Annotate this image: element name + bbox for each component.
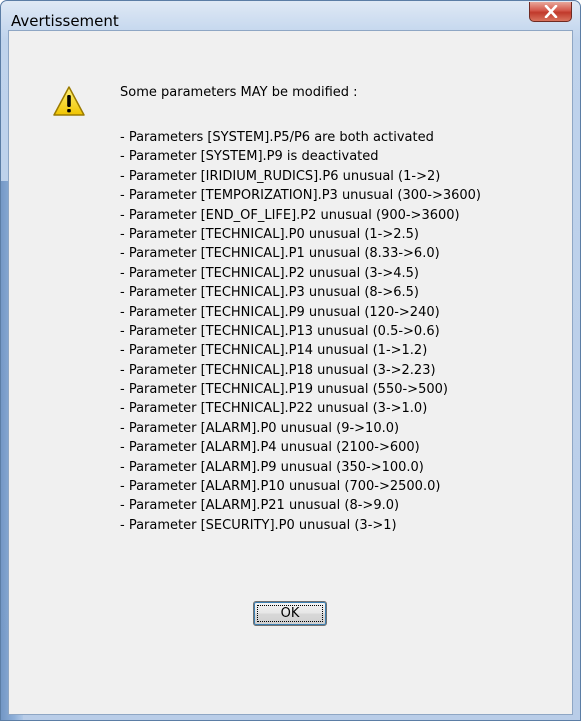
list-item: - Parameter [TECHNICAL].P13 unusual (0.5… <box>120 323 440 339</box>
parameter-list: - Parameters [SYSTEM].P5/P6 are both act… <box>120 128 481 535</box>
ok-button-label: OK <box>280 605 300 621</box>
list-item: - Parameter [TEMPORIZATION].P3 unusual (… <box>120 188 482 204</box>
list-item: - Parameter [TECHNICAL].P22 unusual (3->… <box>120 401 428 417</box>
list-item: - Parameter [SECURITY].P0 unusual (3->1) <box>120 517 397 533</box>
dialog-window: Avertissement Some parameters MAY be mod… <box>0 0 581 721</box>
warning-icon <box>53 86 85 116</box>
list-item: - Parameter [IRIDIUM_RUDICS].P6 unusual … <box>120 168 441 184</box>
list-item: - Parameter [TECHNICAL].P18 unusual (3->… <box>120 362 436 378</box>
list-item: - Parameter [TECHNICAL].P9 unusual (120-… <box>120 304 440 320</box>
list-item: - Parameter [TECHNICAL].P3 unusual (8->6… <box>120 285 419 301</box>
list-item: - Parameter [ALARM].P21 unusual (8->9.0) <box>120 498 400 514</box>
list-item: - Parameter [ALARM].P10 unusual (700->25… <box>120 479 441 495</box>
list-item: - Parameter [TECHNICAL].P14 unusual (1->… <box>120 343 428 359</box>
list-item: - Parameter [ALARM].P4 unusual (2100->60… <box>120 440 420 456</box>
close-icon <box>544 5 558 18</box>
list-item: - Parameter [TECHNICAL].P0 unusual (1->2… <box>120 226 419 242</box>
window-title: Avertissement <box>11 12 119 30</box>
list-item: - Parameter [SYSTEM].P9 is deactivated <box>120 149 379 165</box>
list-item: - Parameters [SYSTEM].P5/P6 are both act… <box>120 130 434 145</box>
close-button[interactable] <box>529 2 572 22</box>
list-item: - Parameter [TECHNICAL].P19 unusual (550… <box>120 382 448 398</box>
list-item: - Parameter [ALARM].P9 unusual (350->100… <box>120 459 424 475</box>
dialog-content: Some parameters MAY be modified : - Para… <box>8 30 573 715</box>
dialog-heading: Some parameters MAY be modified : <box>120 85 358 100</box>
list-item: - Parameter [TECHNICAL].P1 unusual (8.33… <box>120 246 440 262</box>
list-item: - Parameter [ALARM].P0 unusual (9->10.0) <box>120 420 400 436</box>
list-item: - Parameter [TECHNICAL].P2 unusual (3->4… <box>120 265 419 281</box>
list-item: - Parameter [END_OF_LIFE].P2 unusual (90… <box>120 207 460 223</box>
ok-button[interactable]: OK <box>253 601 327 626</box>
